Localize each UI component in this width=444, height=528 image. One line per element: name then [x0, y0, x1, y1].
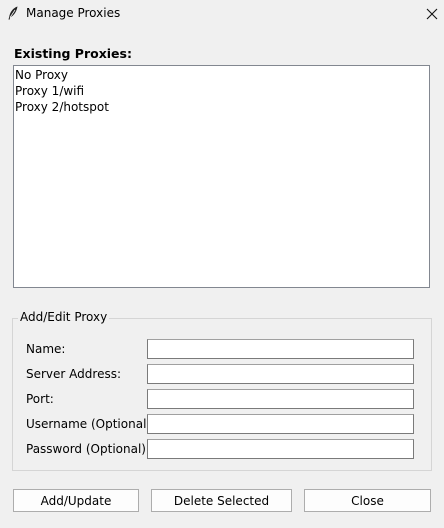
name-field[interactable]: [147, 339, 414, 359]
list-item[interactable]: No Proxy: [15, 67, 429, 83]
username-field[interactable]: [147, 414, 414, 434]
add-update-button[interactable]: Add/Update: [13, 489, 139, 512]
server-address-label: Server Address:: [26, 367, 121, 381]
feather-icon: [8, 6, 18, 20]
window-title: Manage Proxies: [26, 6, 121, 20]
password-field[interactable]: [147, 439, 414, 459]
port-label: Port:: [26, 392, 54, 406]
proxy-listbox[interactable]: No Proxy Proxy 1/wifi Proxy 2/hotspot: [13, 65, 430, 288]
close-icon[interactable]: [419, 2, 444, 25]
port-field[interactable]: [147, 389, 414, 409]
username-label: Username (Optional):: [26, 417, 156, 431]
close-button[interactable]: Close: [304, 489, 431, 512]
title-bar: Manage Proxies: [0, 0, 444, 27]
list-item[interactable]: Proxy 2/hotspot: [15, 99, 429, 115]
delete-selected-button[interactable]: Delete Selected: [151, 489, 292, 512]
existing-proxies-label: Existing Proxies:: [14, 46, 132, 61]
close-x-glyph: [426, 8, 437, 19]
list-item[interactable]: Proxy 1/wifi: [15, 83, 429, 99]
add-edit-proxy-title: Add/Edit Proxy: [18, 310, 110, 324]
password-label: Password (Optional):: [26, 442, 151, 456]
server-address-field[interactable]: [147, 364, 414, 384]
name-label: Name:: [26, 342, 66, 356]
